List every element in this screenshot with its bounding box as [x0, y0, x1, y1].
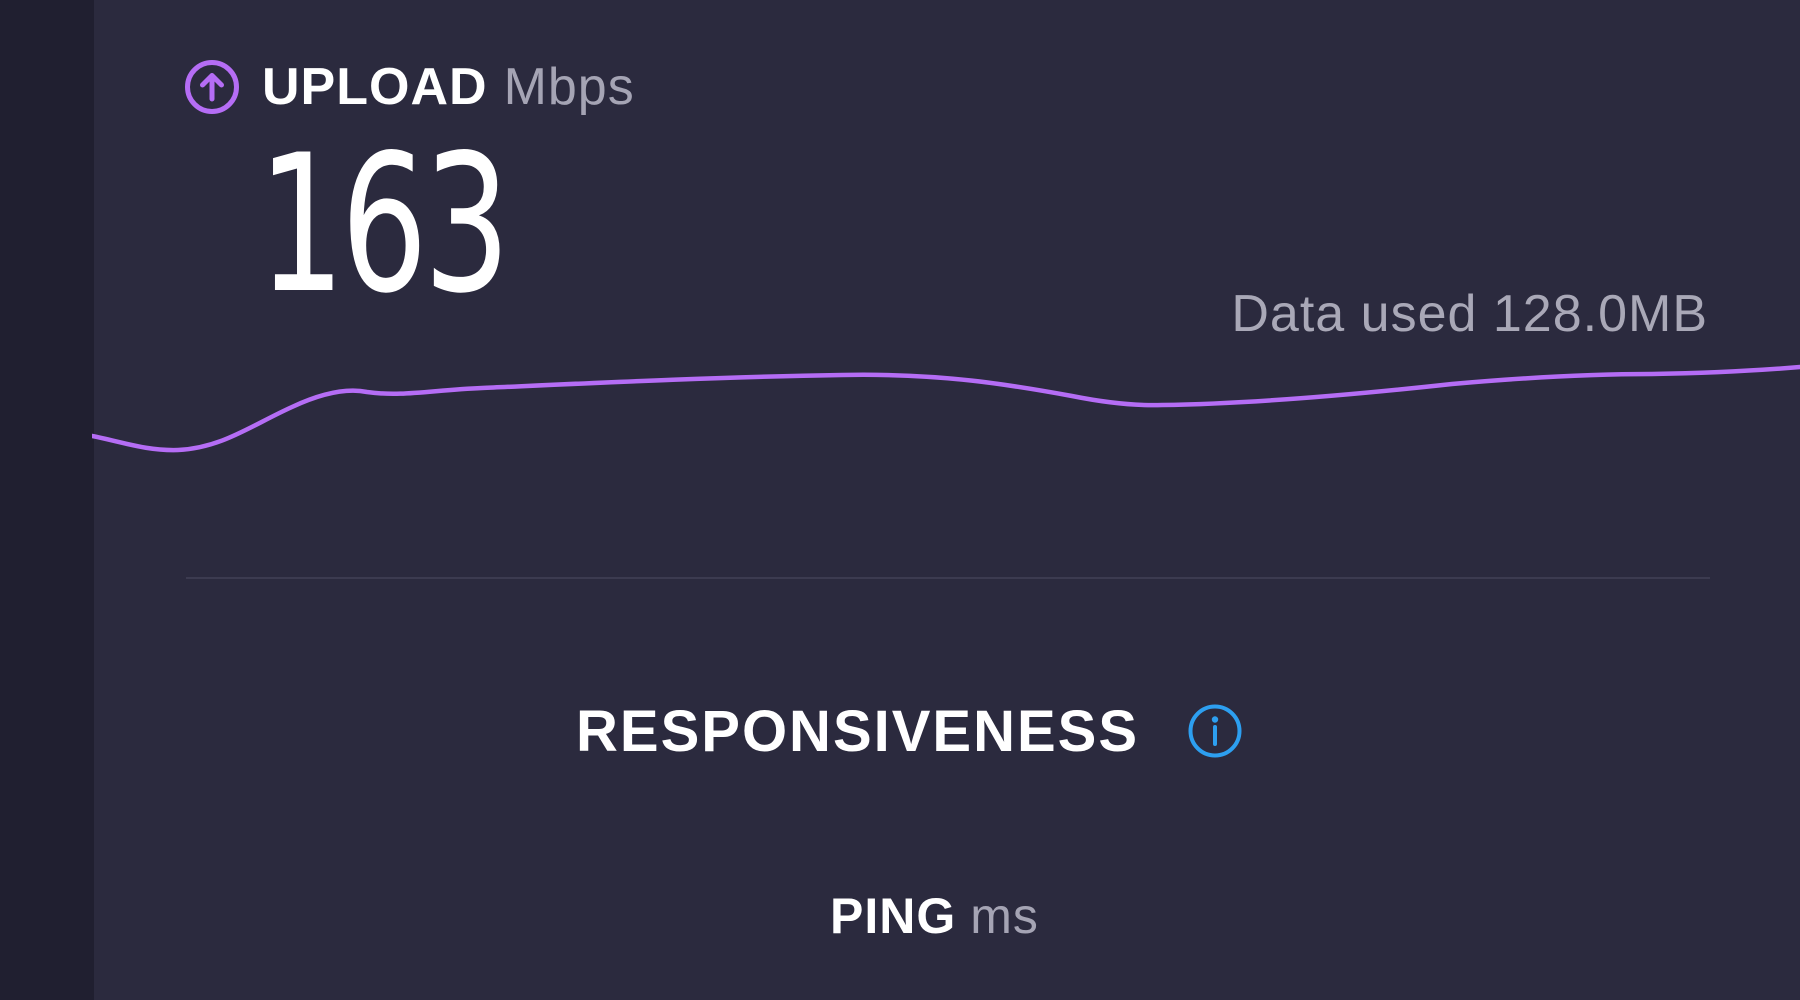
upload-speed-graph	[92, 364, 1800, 453]
upload-unit: Mbps	[503, 58, 635, 116]
left-panel-edge	[0, 0, 94, 1000]
upload-label: UPLOAD	[262, 58, 488, 116]
data-used-label: Data used 128.0MB	[1231, 285, 1708, 343]
ping-label: PING	[830, 888, 957, 944]
upload-arrow-circle-icon	[184, 59, 240, 115]
speedtest-results-screen: UPLOAD Mbps 163 Data used 128.0MB RESPON…	[0, 0, 1800, 1000]
responsiveness-label: RESPONSIVENESS	[576, 698, 1140, 764]
ping-unit: ms	[970, 888, 1039, 944]
responsiveness-header: RESPONSIVENESS	[576, 696, 1243, 766]
info-icon[interactable]	[1187, 703, 1243, 759]
section-divider	[186, 577, 1710, 579]
ping-header: PING ms	[830, 886, 1039, 946]
upload-speed-value: 163	[258, 114, 510, 335]
upload-header: UPLOAD Mbps	[184, 58, 635, 116]
upload-speed-line	[92, 364, 1800, 453]
